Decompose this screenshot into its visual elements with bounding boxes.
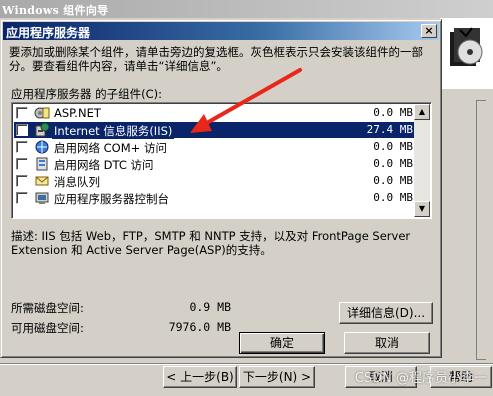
wizard-title-bar: Windows 组件向导 [0, 0, 493, 18]
required-space-label: 所需磁盘空间: [11, 301, 84, 315]
description-label: 描述: [11, 229, 38, 243]
component-size: 0.0 MB [373, 106, 413, 119]
aspnet-icon [34, 107, 50, 119]
details-button[interactable]: 详细信息(D)... [339, 302, 433, 324]
com-icon [35, 140, 49, 154]
component-size: 0.0 MB [373, 157, 413, 170]
ok-button[interactable]: 确定 [239, 332, 325, 354]
console-icon [35, 192, 49, 204]
dialog-title-bar: 应用程序服务器 × [3, 22, 439, 40]
application-server-dialog: 应用程序服务器 × 要添加或删除某个组件，请单击旁边的复选框。灰色框表示只会安装… [0, 19, 442, 358]
component-name: ASP.NET [54, 106, 101, 120]
wizard-footer-separator [0, 363, 493, 365]
watermark-text: CSDN @程序员小李一 [354, 371, 487, 386]
component-row-iis[interactable]: Internet 信息服务(IIS) 27.4 MB [14, 122, 417, 139]
component-row-aspnet[interactable]: ASP.NET 0.0 MB [14, 105, 417, 121]
component-name: 启用网络 COM+ 访问 [54, 141, 167, 155]
component-checkbox[interactable] [16, 175, 28, 187]
scroll-up-icon[interactable]: ▲ [414, 104, 430, 120]
required-space-value: 0.9 MB [189, 300, 231, 314]
component-row-dtc[interactable]: 启用网络 DTC 访问 0.0 MB [14, 156, 417, 172]
component-name: 应用程序服务器控制台 [54, 192, 169, 206]
wizard-frame [476, 100, 486, 360]
subcomponents-list[interactable]: ASP.NET 0.0 MB Internet 信息服务(IIS) 27.4 M… [11, 102, 432, 219]
wizard-title: Windows 组件向导 [2, 4, 109, 17]
wizard-header-separator [440, 88, 493, 89]
close-icon[interactable]: × [421, 24, 437, 38]
subcomponents-label: 应用程序服务器 的子组件(C): [11, 87, 163, 101]
next-button[interactable]: 下一步(N) > [239, 366, 315, 388]
component-size: 0.0 MB [373, 174, 413, 187]
component-size: 0.0 MB [373, 140, 413, 153]
available-space-value: 7976.0 MB [168, 320, 231, 334]
back-button[interactable]: < 上一步(B) [163, 366, 237, 388]
component-row-message-queue[interactable]: 消息队列 0.0 MB [14, 173, 417, 189]
description-text: IIS 包括 Web，FTP，SMTP 和 NNTP 支持，以及对 FrontP… [11, 229, 411, 257]
wizard-cd-box-icon [450, 27, 483, 66]
component-checkbox[interactable] [16, 124, 28, 136]
component-checkbox[interactable] [16, 158, 28, 170]
available-space-label: 可用磁盘空间: [11, 321, 84, 335]
component-size: 27.4 MB [366, 123, 413, 136]
iis-icon [35, 122, 50, 137]
list-scrollbar[interactable]: ▲ ▼ [414, 104, 430, 217]
dialog-title: 应用程序服务器 [6, 26, 91, 40]
component-name: 启用网络 DTC 访问 [54, 158, 154, 172]
component-checkbox[interactable] [16, 107, 28, 119]
component-row-com[interactable]: 启用网络 COM+ 访问 0.0 MB [14, 139, 417, 155]
component-size: 0.0 MB [373, 191, 413, 204]
cancel-button[interactable]: 取消 [344, 332, 430, 354]
instructions-text: 要添加或删除某个组件，请单击旁边的复选框。灰色框表示只会安装该组件的一部分。要查… [9, 45, 423, 73]
dtc-icon [36, 157, 48, 171]
component-checkbox[interactable] [16, 192, 28, 204]
scroll-down-icon[interactable]: ▼ [414, 201, 430, 217]
component-checkbox[interactable] [16, 141, 28, 153]
component-name: Internet 信息服务(IIS) [52, 123, 175, 139]
description: 描述: IIS 包括 Web，FTP，SMTP 和 NNTP 支持，以及对 Fr… [11, 229, 436, 257]
message-queue-icon [35, 176, 49, 186]
component-row-console[interactable]: 应用程序服务器控制台 0.0 MB [14, 190, 417, 206]
component-name: 消息队列 [54, 175, 100, 189]
